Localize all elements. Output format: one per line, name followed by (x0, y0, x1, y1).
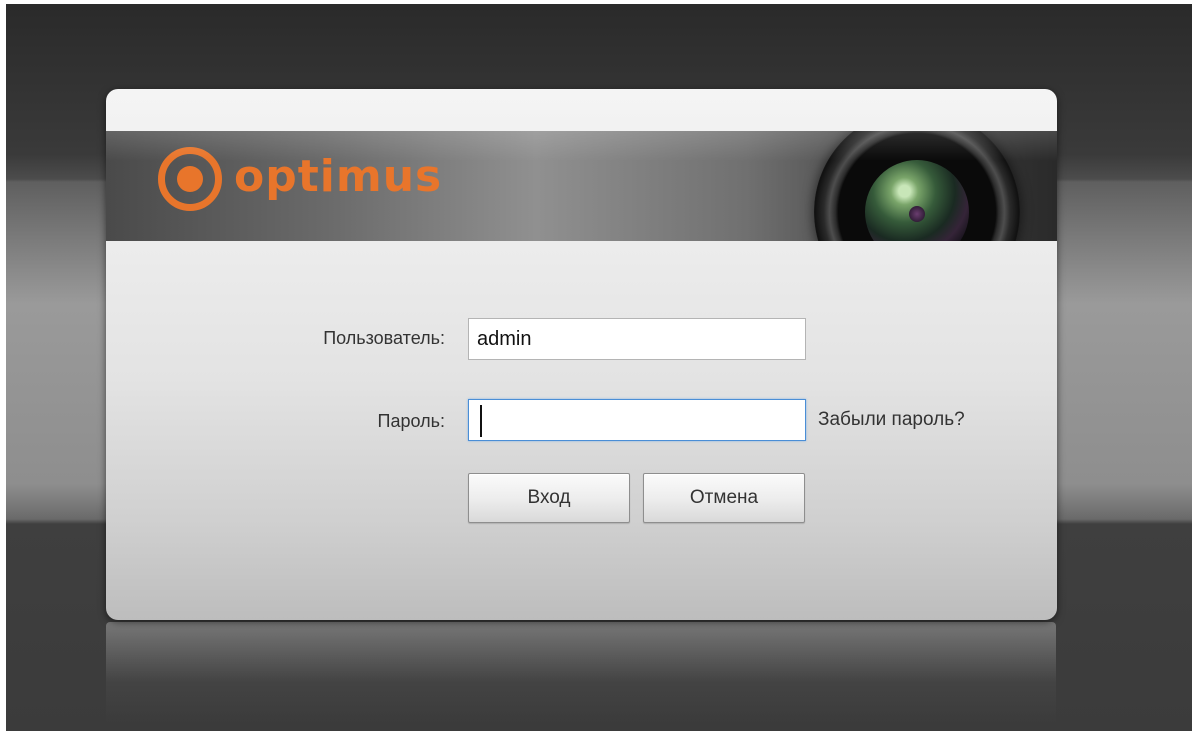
page-background: optimus Пользователь: Пароль: Забыли пар… (6, 4, 1192, 731)
username-label: Пользователь: (323, 328, 445, 348)
password-input[interactable] (468, 399, 806, 441)
brand-logo: optimus (158, 147, 488, 217)
lens-glass (865, 160, 969, 241)
forgot-password-link[interactable]: Забыли пароль? (818, 409, 965, 431)
optimus-logo-icon (158, 147, 222, 211)
dialog-reflection (106, 622, 1056, 722)
text-caret (480, 405, 482, 437)
login-button[interactable]: Вход (468, 473, 630, 523)
brand-name: optimus (234, 151, 443, 202)
cancel-button[interactable]: Отмена (643, 473, 805, 523)
username-input[interactable] (468, 318, 806, 360)
camera-lens-icon (814, 131, 1020, 241)
password-label: Пароль: (377, 411, 445, 431)
header-banner: optimus (106, 131, 1057, 241)
